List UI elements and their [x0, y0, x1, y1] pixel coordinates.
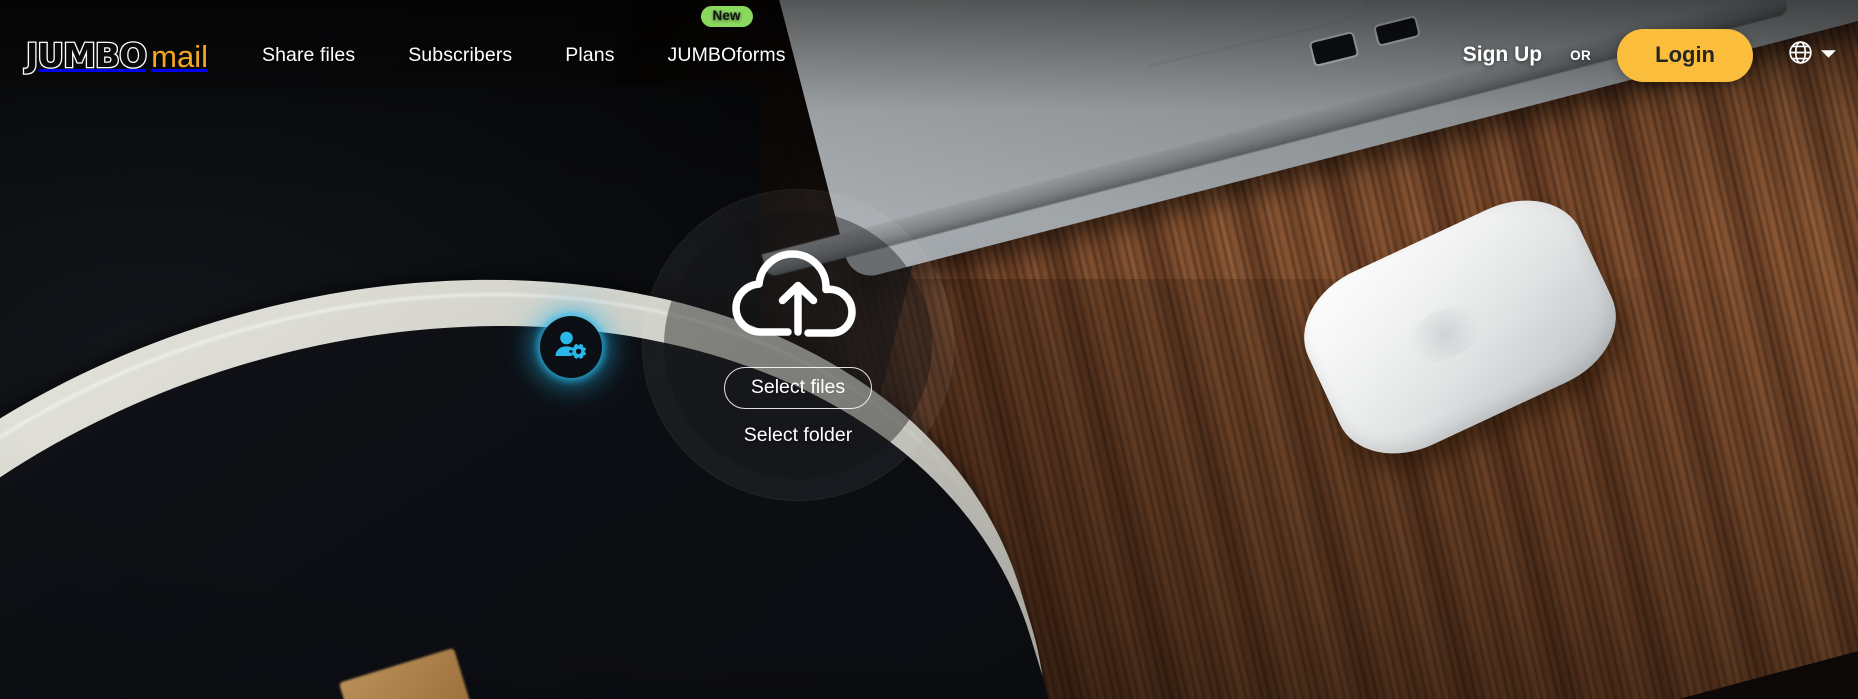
select-files-button[interactable]: Select files [723, 366, 873, 410]
nav-label: Share files [261, 43, 356, 66]
login-button[interactable]: Login [1617, 28, 1753, 82]
logo-word-jumbo: JUMBO [25, 34, 149, 76]
nav-label: Subscribers [408, 43, 513, 66]
logo-word-mail: mail [151, 38, 208, 74]
chevron-down-icon [1821, 46, 1836, 64]
logo-jumbomail[interactable]: JUMBO mail [25, 34, 208, 76]
or-separator: OR [1570, 47, 1592, 63]
auth-controls: Sign Up OR Login [1463, 28, 1836, 82]
nav-item-share-files[interactable]: Share files [260, 38, 357, 73]
cloud-upload-icon [730, 243, 866, 348]
nav-item-jumboforms[interactable]: New JUMBOforms [666, 5, 788, 73]
nav-item-plans[interactable]: Plans [563, 38, 616, 73]
sign-up-link[interactable]: Sign Up [1463, 43, 1542, 67]
upload-dropzone[interactable]: Select files Select folder [642, 189, 954, 501]
language-selector[interactable] [1787, 39, 1836, 71]
new-badge: New [700, 5, 753, 28]
nav-label: JUMBOforms [667, 43, 786, 66]
nav-item-subscribers[interactable]: Subscribers [406, 38, 514, 73]
nav-label: Plans [565, 43, 615, 66]
accessibility-widget-button[interactable] [540, 316, 602, 378]
select-folder-link[interactable]: Select folder [744, 424, 852, 447]
site-header: JUMBO mail Share files Subscribers Plans … [0, 0, 1858, 110]
main-navigation: Share files Subscribers Plans New JUMBOf… [260, 5, 788, 73]
user-settings-icon [553, 329, 589, 366]
globe-icon [1787, 39, 1814, 71]
jumbomail-landing-page: JUMBO mail Share files Subscribers Plans … [0, 0, 1858, 699]
